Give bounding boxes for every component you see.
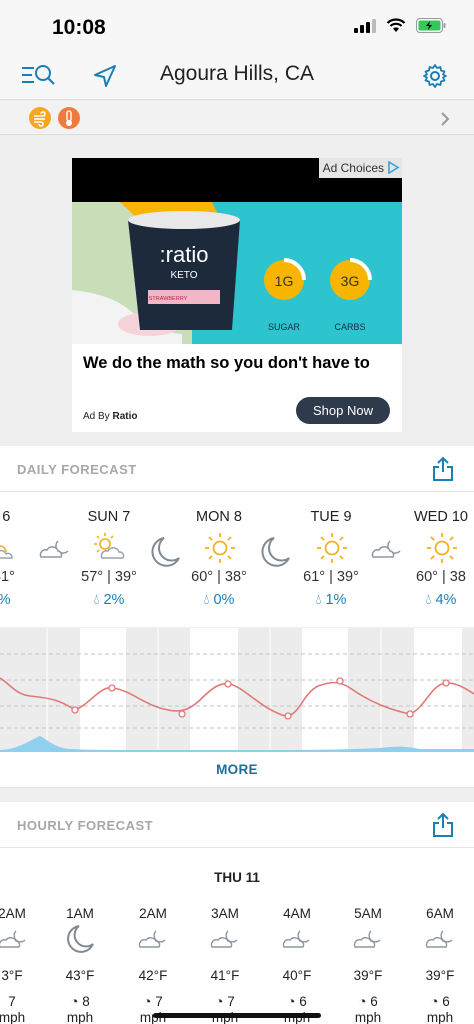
advertisement[interactable]: Ad Choices :ratio KETO STRAWBERRY 1G SUG… — [72, 158, 402, 432]
partly-sunny-icon — [0, 545, 13, 559]
sunny-icon — [427, 533, 457, 563]
wind-icon — [34, 111, 46, 127]
partly-sunny-icon — [94, 533, 125, 559]
partly-cloudy-night-icon — [39, 540, 69, 558]
hourly-forecast-label: HOURLY FORECAST — [17, 818, 154, 833]
status-time: 10:08 — [52, 16, 106, 39]
heat-advisory-badge[interactable] — [58, 107, 80, 129]
raindrop-icon: 💧︎ — [203, 592, 210, 608]
hourly-day-label: THU 11 — [214, 870, 260, 885]
chevron-right-icon[interactable] — [440, 111, 450, 127]
yogurt-illustration: :ratio KETO STRAWBERRY 1G SUGAR 3G CARBS — [72, 202, 372, 344]
partly-cloudy-night-icon — [371, 540, 401, 558]
share-icon[interactable] — [432, 456, 454, 482]
wind-direction-icon: ◔ — [215, 994, 224, 1009]
ad-choices-icon — [388, 161, 400, 174]
wind-direction-icon: ◔ — [70, 994, 79, 1009]
moon-icon — [261, 537, 290, 567]
cellular-signal-icon — [354, 18, 376, 33]
gear-icon[interactable] — [422, 63, 448, 89]
moon-icon — [67, 925, 94, 953]
ad-headline: We do the math so you don't have to — [83, 354, 370, 372]
weather-app-screen: 10:08 Agoura Hills, CA Ad Choices:ratio… — [0, 0, 474, 1024]
wind-direction-icon: ◔ — [430, 994, 439, 1009]
partly-cloudy-night-icon — [210, 930, 238, 948]
moon-icon — [151, 537, 180, 567]
ad-product-image: :ratio KETO STRAWBERRY 1G SUGAR 3G CARBS — [72, 202, 402, 344]
ad-carbs-value: 3G — [341, 273, 360, 289]
partly-cloudy-night-icon — [282, 930, 310, 948]
ad-cup-flavor: STRAWBERRY — [149, 296, 188, 302]
ad-choices-link[interactable]: Ad Choices — [318, 158, 402, 178]
wind-direction-icon: ◔ — [358, 994, 367, 1009]
raindrop-icon: 💧︎ — [315, 592, 322, 608]
weather-alerts-strip[interactable] — [0, 101, 474, 135]
battery-charging-icon — [416, 18, 446, 33]
wind-direction-icon: ◔ — [143, 994, 152, 1009]
location-title[interactable]: Agoura Hills, CA — [0, 62, 474, 86]
more-daily-button[interactable]: MORE — [0, 752, 474, 788]
status-bar: 10:08 — [0, 0, 474, 52]
thermometer-icon — [66, 110, 72, 126]
wifi-icon — [386, 18, 406, 32]
status-icons — [354, 18, 446, 33]
raindrop-icon: 💧︎ — [425, 592, 432, 608]
wind-direction-icon: ◔ — [287, 994, 296, 1009]
daily-forecast-header: DAILY FORECAST — [0, 446, 474, 492]
ad-attribution: Ad By Ratio — [83, 411, 138, 422]
hourly-forecast-strip[interactable]: THU 11 2AM 3°F 7 mph 1AM 43°F ◔ 8 mph 2A… — [0, 848, 474, 1024]
ad-carbs-label: CARBS — [334, 322, 365, 332]
shop-now-button[interactable]: Shop Now — [296, 397, 390, 424]
home-indicator[interactable] — [153, 1013, 321, 1018]
ad-brand-sub: KETO — [170, 270, 197, 281]
wind-advisory-badge[interactable] — [29, 107, 51, 129]
partly-cloudy-night-icon — [0, 930, 26, 948]
partly-cloudy-night-icon — [425, 930, 453, 948]
partly-cloudy-night-icon — [353, 930, 381, 948]
daily-forecast-label: DAILY FORECAST — [17, 462, 137, 477]
sunny-icon — [317, 533, 347, 563]
hourly-forecast-header: HOURLY FORECAST — [0, 802, 474, 848]
daily-forecast-strip[interactable]: T 6 | 41° 4% SUN 7 57° | 39° — [0, 492, 474, 627]
top-nav-bar: Agoura Hills, CA — [0, 52, 474, 100]
ad-sugar-value: 1G — [275, 273, 294, 289]
sunny-icon — [205, 533, 235, 563]
temperature-trend-graph[interactable] — [0, 628, 474, 752]
ad-brand-text: :ratio — [160, 242, 209, 267]
share-icon[interactable] — [432, 812, 454, 838]
ad-sugar-label: SUGAR — [268, 322, 301, 332]
partly-cloudy-night-icon — [138, 930, 166, 948]
raindrop-icon: 💧︎ — [93, 592, 100, 608]
